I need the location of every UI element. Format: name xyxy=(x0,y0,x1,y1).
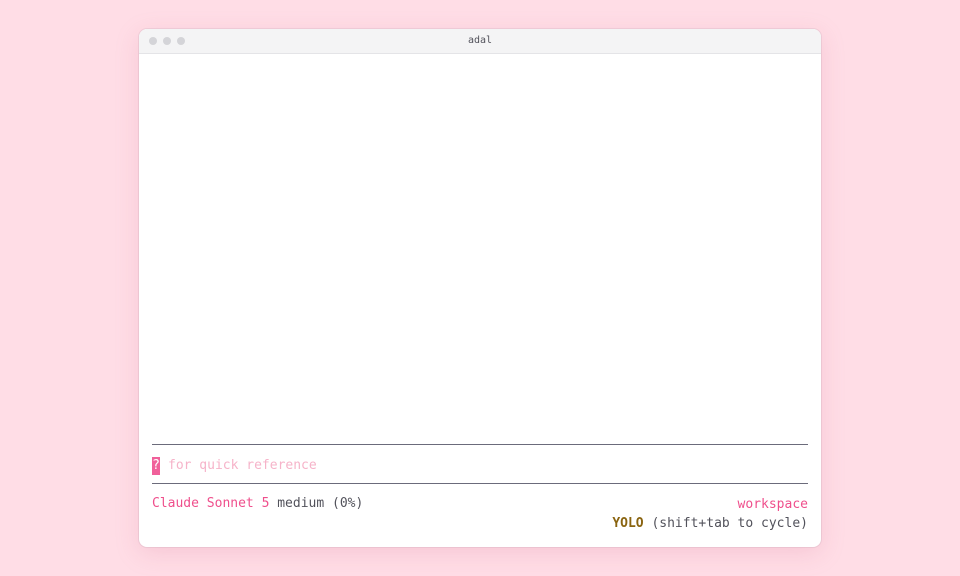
model-name: Claude Sonnet 5 xyxy=(152,496,270,511)
text-cursor: ? xyxy=(152,457,160,475)
prompt-placeholder: for quick reference xyxy=(168,458,317,473)
terminal-window: adal ? for quick reference Claude Sonnet … xyxy=(139,29,821,547)
workspace-label: workspace xyxy=(737,497,808,512)
input-bottom-divider xyxy=(152,483,808,484)
title-bar: adal xyxy=(139,29,821,54)
mode-badge: YOLO xyxy=(612,516,644,531)
effort-level: medium (0%) xyxy=(277,496,364,511)
input-top-divider xyxy=(152,444,808,445)
session-status: workspace YOLO (shift+tab to cycle) xyxy=(612,495,808,533)
model-status: Claude Sonnet 5 medium (0%) xyxy=(152,495,363,513)
prompt-input[interactable]: ? for quick reference xyxy=(152,457,317,475)
window-title: adal xyxy=(467,35,493,46)
mode-cycle-hint: (shift+tab to cycle) xyxy=(651,516,808,531)
terminal-area[interactable]: ? for quick reference Claude Sonnet 5 med… xyxy=(152,54,808,547)
